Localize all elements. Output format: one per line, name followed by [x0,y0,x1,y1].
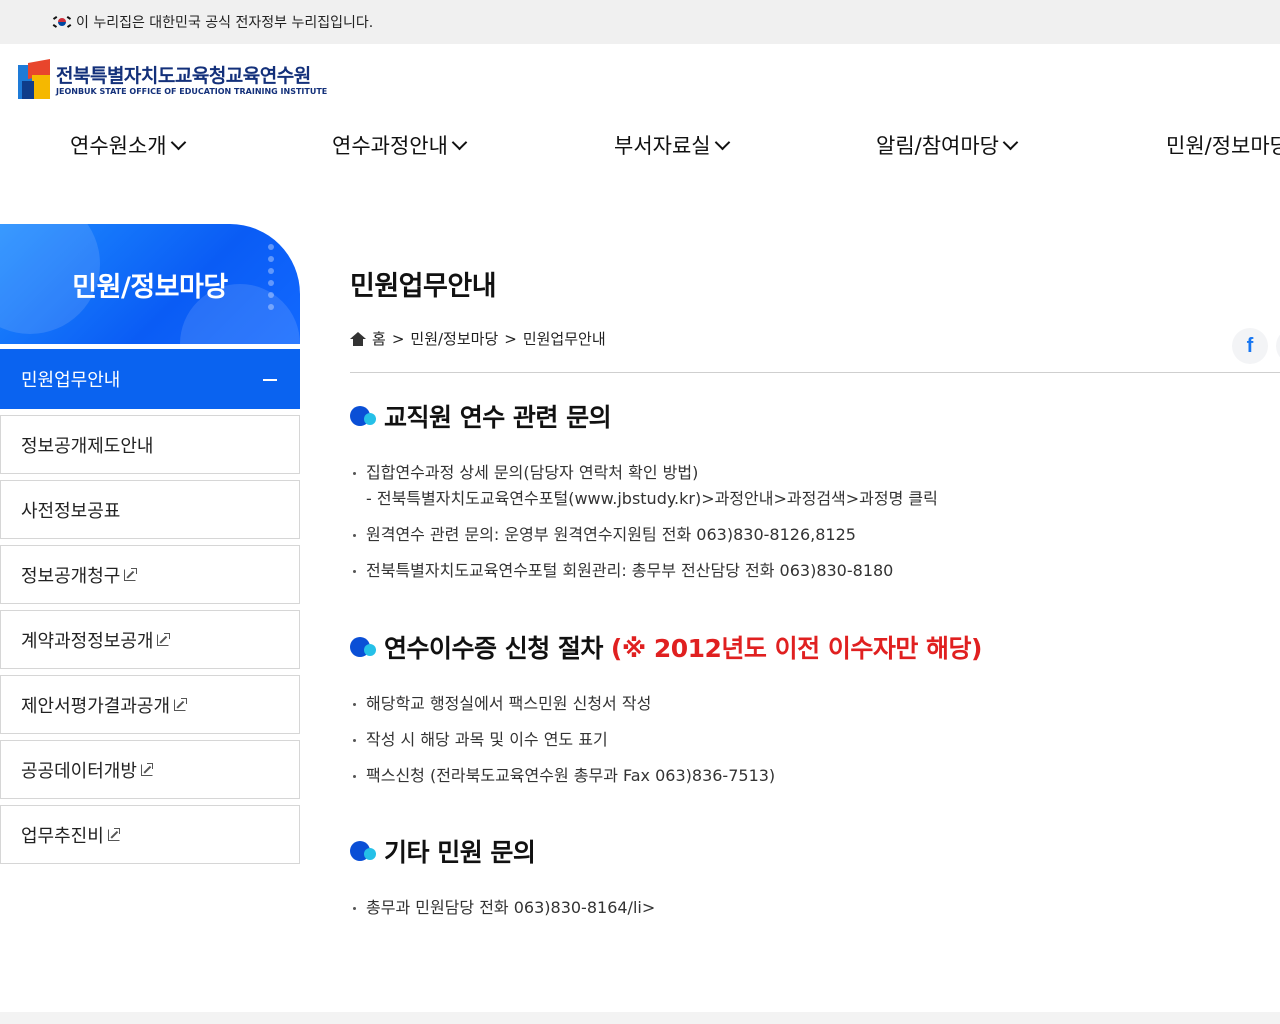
lnb-item-label: 제안서평가결과공개 [21,695,171,717]
logo-mark-icon [18,59,52,101]
gnb-item-label: 부서자료실 [614,134,711,158]
list-item: 작성 시 해당 과목 및 이수 연도 표기 [350,727,1280,753]
section-list: 집합연수과정 상세 문의(담당자 연락처 확인 방법) - 전북특별자치도교육연… [350,460,1280,584]
section-other-inquiry: 기타 민원 문의 총무과 민원담당 전화 063)830-8164/li> [350,833,1280,931]
gnb-item-label: 연수원소개 [70,134,167,158]
gnb-item-notice[interactable]: 알림/참여마당 [876,130,1019,160]
logo-title-en: JEONBUK STATE OFFICE OF EDUCATION TRAINI… [56,87,328,96]
section-bullet-icon [350,840,378,862]
breadcrumb-home[interactable]: 홈 [372,328,386,349]
breadcrumb-level2: 민원업무안내 [522,330,606,348]
lnb-item-disclosure-request[interactable]: 정보공개청구 [0,545,300,604]
gov-official-banner: 이 누리집은 대한민국 공식 전자정부 누리집입니다. [0,0,1280,44]
section-certificate: 연수이수증 신청 절차 (※ 2012년도 이전 이수자만 해당) 해당학교 행… [350,629,1280,799]
lnb-item-prior-disclosure[interactable]: 사전정보공표 [0,480,300,539]
site-logo[interactable]: 전북특별자치도교육청교육연수원 JEONBUK STATE OFFICE OF … [18,59,328,101]
section-heading-text: 연수이수증 신청 절차 [384,634,603,663]
section-heading-note: (※ 2012년도 이전 이수자만 해당) [610,634,983,663]
lnb-title-box: 민원/정보마당 [0,224,300,344]
breadcrumb-separator: > [504,329,517,348]
chevron-down-icon [451,134,468,150]
lnb-item-label: 정보공개제도안내 [21,435,154,457]
footer-edge [0,1012,1280,1024]
lnb-item-label: 민원업무안내 [21,370,121,391]
gnb-item-archive[interactable]: 부서자료실 [614,130,730,160]
section-heading-text: 기타 민원 문의 [384,838,536,867]
chevron-down-icon [714,134,730,150]
lnb-title: 민원/정보마당 [72,271,228,303]
list-item: 팩스신청 (전라북도교육연수원 총무과 Fax 063)836-7513) [350,763,1280,789]
gnb-item-label: 민원/정보마당 [1166,134,1280,158]
breadcrumb-separator: > [391,329,405,348]
breadcrumb: 홈 > 민원/정보마당 > 민원업무안내 [350,328,606,349]
external-link-icon [174,698,187,711]
lnb-item-label: 공공데이터개방 [21,760,137,782]
lnb-item-proposal-results[interactable]: 제안서평가결과공개 [0,675,300,734]
section-bullet-icon [350,636,378,658]
lnb-menu: 민원업무안내 정보공개제도안내 사전정보공표 정보공개청구 계약과정정보공개 제… [0,349,300,870]
korea-flag-icon [52,15,72,29]
external-link-icon [124,568,137,581]
section-heading: 교직원 연수 관련 문의 [350,398,1280,434]
lnb-item-expenses[interactable]: 업무추진비 [0,805,300,864]
site-header: 전북특별자치도교육청교육연수원 JEONBUK STATE OFFICE OF … [0,44,1280,120]
section-list: 해당학교 행정실에서 팩스민원 신청서 작성 작성 시 해당 과목 및 이수 연… [350,691,1280,789]
title-divider [350,372,1280,373]
gnb-item-civil[interactable]: 민원/정보마당 [1166,130,1280,160]
lnb-item-disclosure-system[interactable]: 정보공개제도안내 [0,415,300,474]
gnb-item-label: 알림/참여마당 [876,134,999,158]
page-title: 민원업무안내 [350,271,497,302]
list-item: 총무과 민원담당 전화 063)830-8164/li> [350,895,1280,921]
gnb-item-courses[interactable]: 연수과정안내 [332,130,468,160]
lnb-item-label: 사전정보공표 [21,500,121,522]
home-icon[interactable] [350,331,366,346]
list-item: 해당학교 행정실에서 팩스민원 신청서 작성 [350,691,1280,717]
list-item-text: 해당학교 행정실에서 팩스민원 신청서 작성 [366,694,652,713]
lnb-item-label: 계약과정정보공개 [21,630,154,652]
collapse-minus-icon[interactable] [263,379,277,381]
list-item-subtext: - 전북특별자치도교육연수포털(www.jbstudy.kr)>과정안내>과정검… [366,489,938,508]
list-item: 집합연수과정 상세 문의(담당자 연락처 확인 방법) - 전북특별자치도교육연… [350,460,1280,512]
list-item: 원격연수 관련 문의: 운영부 원격연수지원팀 전화 063)830-8126,… [350,522,1280,548]
section-staff-training: 교직원 연수 관련 문의 집합연수과정 상세 문의(담당자 연락처 확인 방법)… [350,398,1280,594]
more-share-button[interactable] [1276,328,1280,364]
lnb-item-label: 업무추진비 [21,825,104,847]
list-item-text: 팩스신청 (전라북도교육연수원 총무과 Fax 063)836-7513) [366,766,776,785]
section-list: 총무과 민원담당 전화 063)830-8164/li> [350,895,1280,921]
list-item-text: 총무과 민원담당 전화 063)830-8164/li> [366,898,656,917]
list-item-text: 전북특별자치도교육연수포털 회원관리: 총무부 전산담당 전화 063)830-… [366,561,894,580]
section-heading: 연수이수증 신청 절차 (※ 2012년도 이전 이수자만 해당) [350,629,1280,665]
list-item-text: 원격연수 관련 문의: 운영부 원격연수지원팀 전화 063)830-8126,… [366,525,856,544]
gnb-item-label: 연수과정안내 [332,134,448,158]
chevron-down-icon [1002,134,1019,150]
breadcrumb-level1[interactable]: 민원/정보마당 [410,328,498,349]
lnb-item-label: 정보공개청구 [21,565,121,587]
facebook-share-button[interactable]: f [1232,328,1268,364]
facebook-icon: f [1246,334,1254,357]
external-link-icon [157,633,170,646]
list-item-text: 집합연수과정 상세 문의(담당자 연락처 확인 방법) [366,463,699,482]
logo-title-ko: 전북특별자치도교육청교육연수원 [56,65,311,87]
gnb-item-intro[interactable]: 연수원소개 [70,130,186,160]
list-item: 전북특별자치도교육연수포털 회원관리: 총무부 전산담당 전화 063)830-… [350,558,1280,584]
gov-banner-text: 이 누리집은 대한민국 공식 전자정부 누리집입니다. [76,15,374,31]
section-heading-text: 교직원 연수 관련 문의 [384,403,612,432]
lnb-item-open-data[interactable]: 공공데이터개방 [0,740,300,799]
lnb-item-contract-info[interactable]: 계약과정정보공개 [0,610,300,669]
external-link-icon [107,828,121,841]
global-nav: 연수원소개 연수과정안내 부서자료실 알림/참여마당 민원/정보마당 [0,120,1280,170]
list-item-text: 작성 시 해당 과목 및 이수 연도 표기 [366,730,608,749]
section-bullet-icon [350,405,378,427]
section-heading: 기타 민원 문의 [350,833,1280,869]
lnb-item-civil-guide[interactable]: 민원업무안내 [0,349,300,409]
chevron-down-icon [170,134,186,150]
external-link-icon [140,763,154,776]
